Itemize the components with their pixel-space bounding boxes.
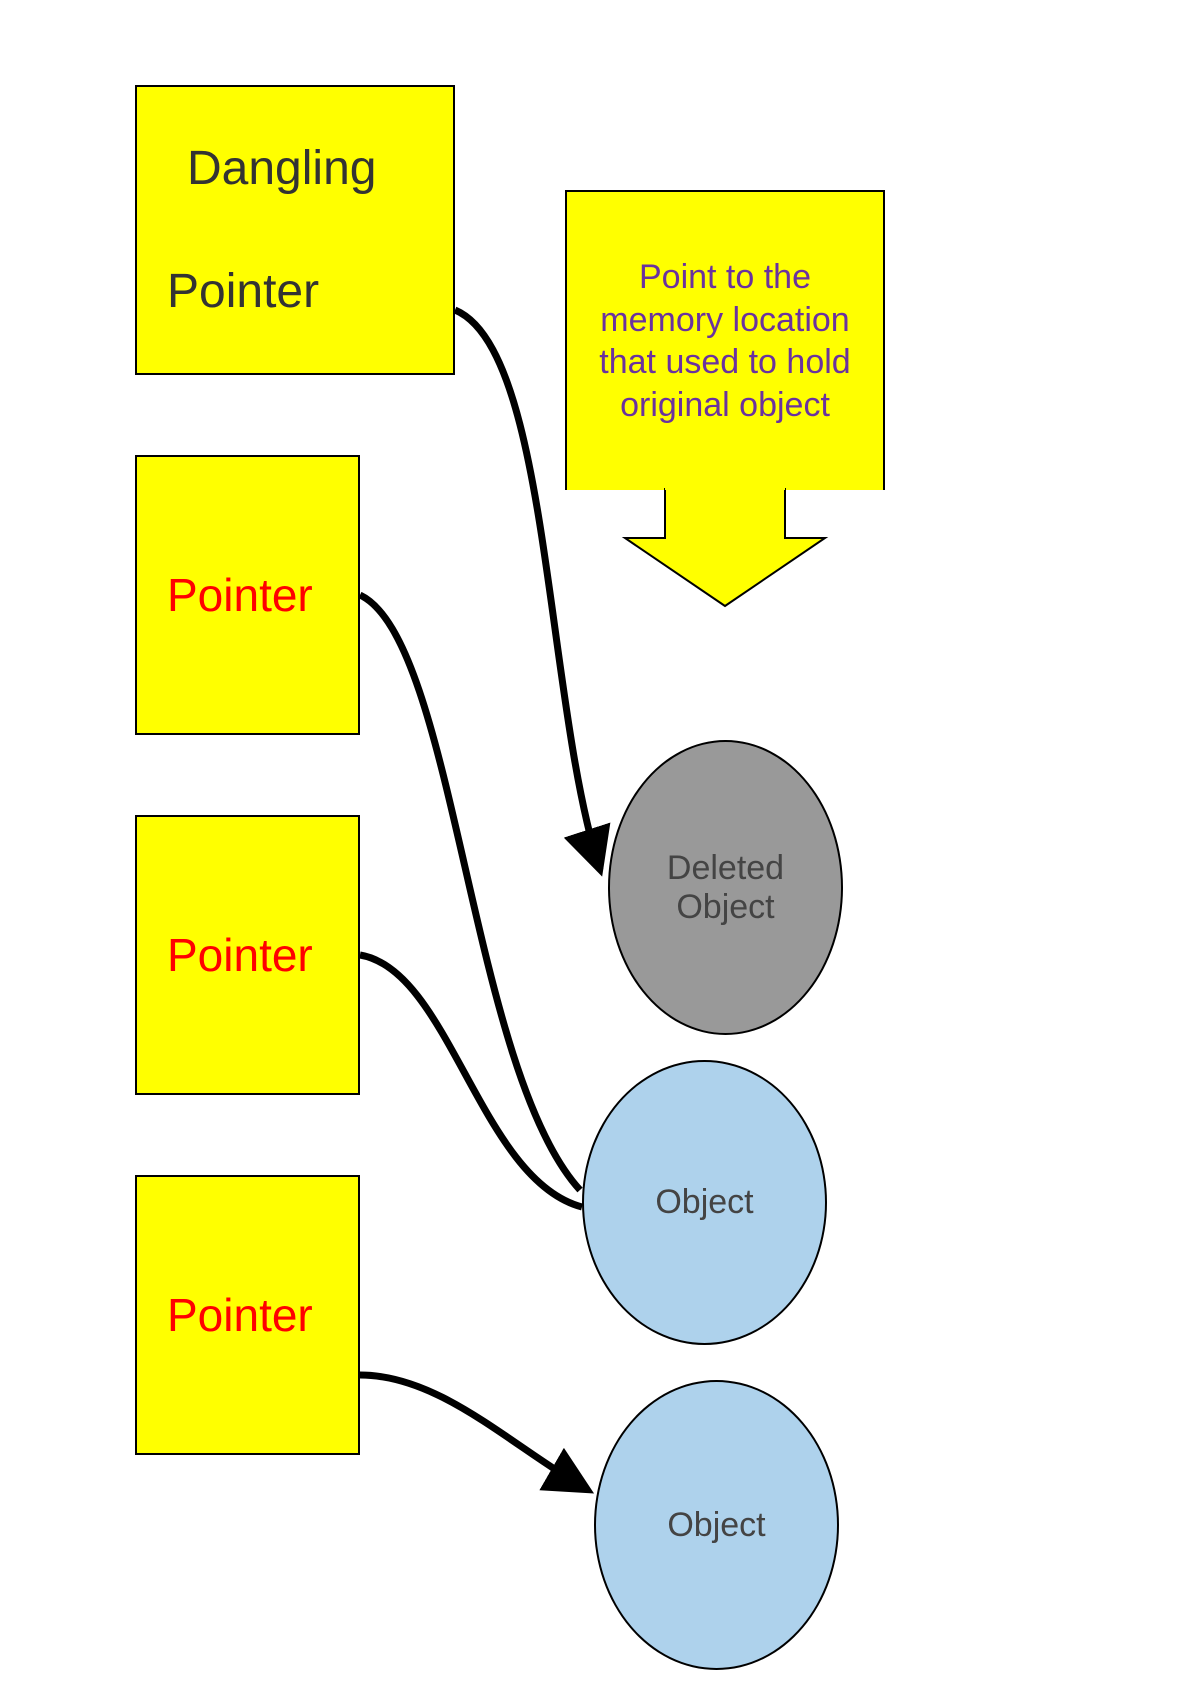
dangling-pointer-box: Dangling Pointer xyxy=(135,85,455,375)
pointer-label-4: Pointer xyxy=(157,1288,313,1342)
callout-body: Point to the memory location that used t… xyxy=(565,190,885,490)
dangling-label-line1: Dangling xyxy=(157,141,376,196)
deleted-object: Deleted Object xyxy=(608,740,843,1035)
pointer-box-3: Pointer xyxy=(135,815,360,1095)
edge-pointer2-to-object2 xyxy=(360,595,580,1190)
edge-pointer3-to-object2 xyxy=(360,955,582,1207)
object-3-label: Object xyxy=(667,1506,765,1545)
deleted-object-line2: Object xyxy=(676,888,774,927)
pointer-box-4: Pointer xyxy=(135,1175,360,1455)
callout-text: Point to the memory location that used t… xyxy=(577,256,873,426)
object-2-label: Object xyxy=(655,1183,753,1222)
pointer-label-3: Pointer xyxy=(157,928,313,982)
pointer-label-2: Pointer xyxy=(157,568,313,622)
deleted-object-line1: Deleted xyxy=(667,849,784,888)
dangling-label-line2: Pointer xyxy=(157,264,319,319)
object-3: Object xyxy=(594,1380,839,1670)
object-2: Object xyxy=(582,1060,827,1345)
diagram-canvas: Dangling Pointer Pointer Pointer Pointer… xyxy=(0,0,1200,1699)
callout: Point to the memory location that used t… xyxy=(565,190,885,590)
pointer-box-2: Pointer xyxy=(135,455,360,735)
edge-pointer4-to-object3 xyxy=(360,1375,588,1490)
